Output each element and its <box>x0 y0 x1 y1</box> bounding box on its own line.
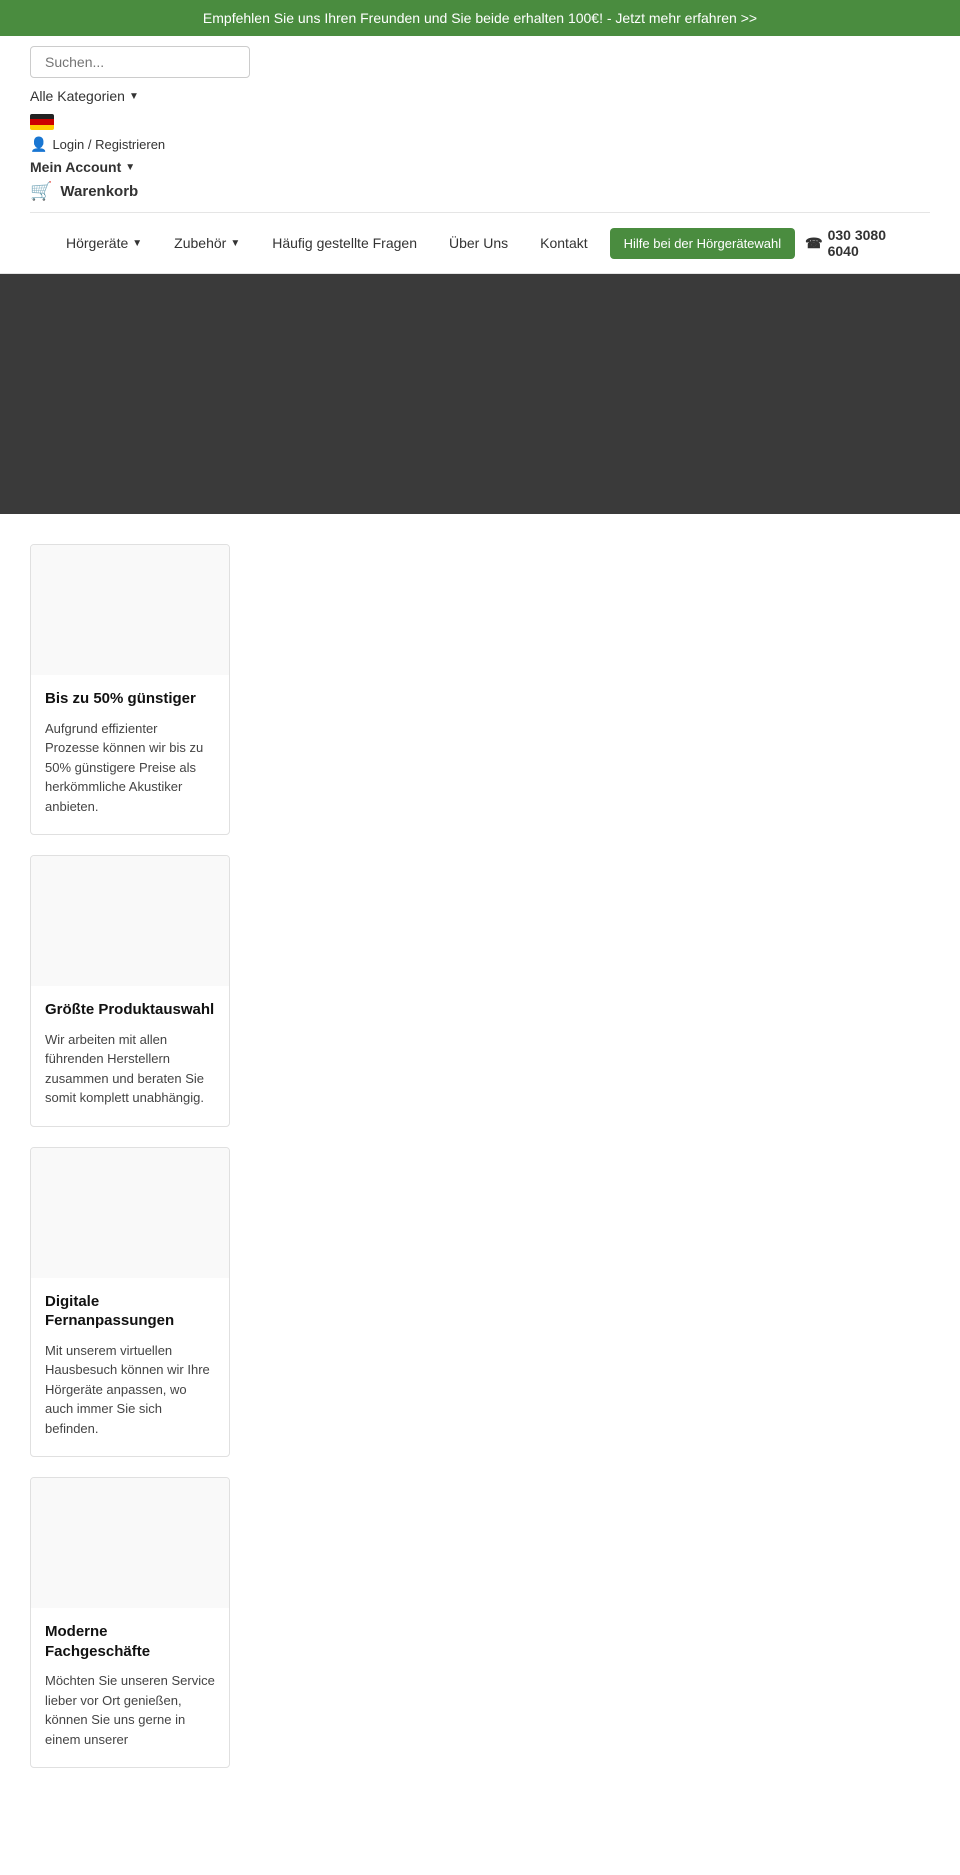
feature-card-title-2: Digitale Fernanpassungen <box>45 1292 215 1331</box>
chevron-down-icon: ▼ <box>129 91 139 102</box>
categories-dropdown[interactable]: Alle Kategorien ▼ <box>30 84 250 108</box>
nav-label-kontakt: Kontakt <box>540 235 587 251</box>
feature-card-image-2 <box>31 1148 229 1278</box>
feature-card-image-1 <box>31 856 229 986</box>
feature-card-text-3: Möchten Sie unseren Service lieber vor O… <box>45 1671 215 1749</box>
nav-item-faq[interactable]: Häufig gestellte Fragen <box>256 221 433 265</box>
chevron-down-icon: ▼ <box>125 162 135 173</box>
nav-label-zubehör: Zubehör <box>174 235 226 251</box>
login-label: Login / Registrieren <box>52 137 165 152</box>
user-icon: 👤 <box>30 136 47 153</box>
phone-number: 030 3080 6040 <box>828 227 910 259</box>
nav-item-zubehör[interactable]: Zubehör ▼ <box>158 221 256 265</box>
feature-card-body-2: Digitale Fernanpassungen Mit unserem vir… <box>31 1278 229 1457</box>
nav-label-über-uns: Über Uns <box>449 235 508 251</box>
cart-button[interactable]: 🛒 Warenkorb <box>30 181 250 202</box>
hero-banner <box>0 274 960 514</box>
nav-item-hörgeräte[interactable]: Hörgeräte ▼ <box>50 221 158 265</box>
feature-card-title-1: Größte Produktauswahl <box>45 1000 215 1020</box>
login-link[interactable]: 👤 Login / Registrieren <box>30 136 250 153</box>
cart-icon: 🛒 <box>30 181 52 202</box>
my-account-dropdown[interactable]: Mein Account ▼ <box>30 159 250 175</box>
feature-card-2: Digitale Fernanpassungen Mit unserem vir… <box>30 1147 230 1458</box>
chevron-down-icon: ▼ <box>132 238 142 249</box>
feature-card-body-0: Bis zu 50% günstiger Aufgrund effiziente… <box>31 675 229 834</box>
feature-card-0: Bis zu 50% günstiger Aufgrund effiziente… <box>30 544 230 835</box>
flag-germany-icon <box>30 114 54 130</box>
nav-phone: ☎ 030 3080 6040 <box>795 213 910 273</box>
feature-card-body-3: Moderne Fachgeschäfte Möchten Sie unsere… <box>31 1608 229 1767</box>
nav-item-über-uns[interactable]: Über Uns <box>433 221 524 265</box>
feature-card-body-1: Größte Produktauswahl Wir arbeiten mit a… <box>31 986 229 1126</box>
categories-label: Alle Kategorien <box>30 88 125 104</box>
nav-label-hörgeräte: Hörgeräte <box>66 235 128 251</box>
feature-card-title-3: Moderne Fachgeschäfte <box>45 1622 215 1661</box>
features-section: Bis zu 50% günstiger Aufgrund effiziente… <box>0 514 960 1818</box>
cart-label: Warenkorb <box>60 183 138 200</box>
feature-card-image-3 <box>31 1478 229 1608</box>
header-top: Alle Kategorien ▼ 👤 Login / Registrieren… <box>30 46 930 212</box>
nav-bar: Hörgeräte ▼ Zubehör ▼ Häufig gestellte F… <box>30 212 930 273</box>
feature-card-text-1: Wir arbeiten mit allen führenden Herstel… <box>45 1030 215 1108</box>
my-account-label: Mein Account <box>30 159 121 175</box>
search-input[interactable] <box>30 46 250 78</box>
feature-card-image-0 <box>31 545 229 675</box>
nav-cta-button[interactable]: Hilfe bei der Hörgerätewahl <box>610 228 796 259</box>
nav-label-faq: Häufig gestellte Fragen <box>272 235 417 251</box>
feature-card-3: Moderne Fachgeschäfte Möchten Sie unsere… <box>30 1477 230 1768</box>
header-left: Alle Kategorien ▼ 👤 Login / Registrieren… <box>30 46 250 202</box>
region-row <box>30 114 250 130</box>
chevron-down-icon: ▼ <box>230 238 240 249</box>
feature-card-text-2: Mit unserem virtuellen Hausbesuch können… <box>45 1341 215 1439</box>
feature-card-title-0: Bis zu 50% günstiger <box>45 689 215 709</box>
top-banner[interactable]: Empfehlen Sie uns Ihren Freunden und Sie… <box>0 0 960 36</box>
nav-item-kontakt[interactable]: Kontakt <box>524 221 603 265</box>
phone-icon: ☎ <box>805 235 822 252</box>
header: Alle Kategorien ▼ 👤 Login / Registrieren… <box>0 36 960 274</box>
feature-card-text-0: Aufgrund effizienter Prozesse können wir… <box>45 719 215 817</box>
feature-card-1: Größte Produktauswahl Wir arbeiten mit a… <box>30 855 230 1127</box>
